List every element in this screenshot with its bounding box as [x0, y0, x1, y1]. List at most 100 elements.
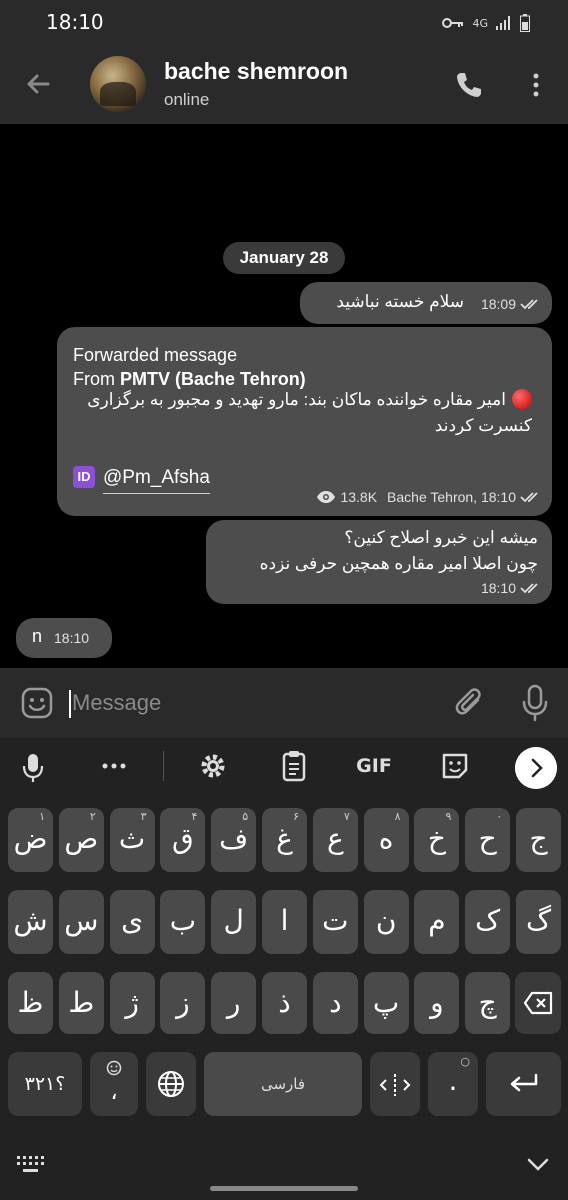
paperclip-icon[interactable]	[454, 686, 486, 720]
key-number-hint: ۰	[496, 810, 503, 823]
phone-icon[interactable]	[454, 70, 484, 100]
message-meta: 18:09	[481, 296, 542, 312]
key-label: ض	[13, 822, 48, 855]
key-label: ژ	[125, 986, 139, 1019]
message-text: n	[32, 626, 43, 646]
key[interactable]: ح۰	[465, 808, 511, 872]
key[interactable]: م	[414, 890, 460, 954]
key[interactable]: خ۹	[414, 808, 460, 872]
more-icon[interactable]	[100, 746, 128, 786]
key[interactable]: چ	[465, 972, 511, 1034]
chat-area[interactable]: January 28 سلام خسته نباشید 18:09 Forwar…	[0, 124, 568, 668]
message-text: امیر مقاره خواننده ماکان بند: مارو تهدید…	[82, 387, 532, 439]
key[interactable]: و	[414, 972, 460, 1034]
backspace-key[interactable]	[515, 972, 561, 1034]
period-key[interactable]: ○ .	[428, 1052, 478, 1116]
key[interactable]: ت	[312, 890, 358, 954]
more-vertical-icon[interactable]	[524, 70, 548, 100]
message-input[interactable]	[72, 684, 432, 722]
key-label: غ	[276, 822, 293, 855]
mic-icon[interactable]	[520, 684, 550, 722]
comma-label: ،	[110, 1080, 118, 1105]
keyboard-switch-icon[interactable]	[16, 1154, 48, 1176]
outgoing-message[interactable]: سلام خسته نباشید 18:09	[300, 282, 552, 324]
key[interactable]: ض۱	[8, 808, 53, 872]
forwarded-label: Forwarded message	[73, 345, 238, 365]
comma-emoji-key[interactable]: ،	[90, 1052, 138, 1116]
forwarded-source[interactable]: PMTV (Bache Tehron)	[120, 369, 306, 389]
hide-keyboard-icon[interactable]	[526, 1154, 550, 1176]
message-time: 18:09	[480, 296, 516, 312]
forwarded-message[interactable]: Forwarded message From PMTV (Bache Tehro…	[57, 327, 552, 516]
forwarded-text: امیر مقاره خواننده ماکان بند: مارو تهدید…	[87, 390, 532, 435]
chat-name[interactable]: bache shemroon	[164, 58, 348, 85]
outgoing-message[interactable]: میشه این خبرو اصلاح کنین؟ چون اصلا امیر …	[206, 520, 552, 604]
gif-icon[interactable]: GIF	[352, 746, 396, 786]
key-icon	[442, 18, 464, 28]
key-label: س	[64, 904, 99, 937]
red-circle-icon	[512, 389, 532, 409]
emoji-icon	[106, 1060, 122, 1076]
sticker-icon[interactable]	[440, 746, 470, 786]
key[interactable]: ق۴	[160, 808, 206, 872]
key[interactable]: ط	[58, 972, 104, 1034]
key-label: ذ	[278, 986, 291, 1019]
key[interactable]: ب	[160, 890, 206, 954]
incoming-message[interactable]: n 18:10	[16, 618, 112, 658]
key[interactable]: س	[58, 890, 104, 954]
key[interactable]: گ	[516, 890, 561, 954]
cursor-move-icon	[379, 1074, 411, 1096]
numbers-key-label: ؟۳۲۱	[24, 1073, 66, 1095]
status-icons: 4G	[442, 14, 530, 32]
key[interactable]: ا	[262, 890, 307, 954]
text-cursor	[69, 690, 71, 718]
message-meta: 18:10	[54, 630, 89, 646]
key[interactable]: ج	[516, 808, 561, 872]
key[interactable]: ث۳	[109, 808, 155, 872]
key-label: ص	[64, 822, 99, 855]
period-label: .	[448, 1064, 458, 1097]
id-icon: ID	[73, 466, 95, 488]
key[interactable]: ی	[109, 890, 155, 954]
key[interactable]: ظ	[8, 972, 53, 1034]
key[interactable]: ذ	[262, 972, 307, 1034]
cursor-key[interactable]	[370, 1052, 420, 1116]
key-number-hint: ۵	[242, 810, 249, 823]
numbers-key[interactable]: ؟۳۲۱	[8, 1052, 82, 1116]
key[interactable]: ص۲	[58, 808, 104, 872]
next-icon[interactable]	[515, 747, 557, 789]
key[interactable]: ن	[363, 890, 409, 954]
mic-icon[interactable]	[20, 746, 46, 786]
key[interactable]: ل	[211, 890, 257, 954]
channel-handle-link[interactable]: @Pm_Afsha	[103, 467, 210, 494]
date-separator: January 28	[223, 242, 345, 274]
key[interactable]: ز	[160, 972, 206, 1034]
key-number-hint: ۳	[140, 810, 147, 823]
key[interactable]: ع۷	[312, 808, 358, 872]
double-check-icon	[520, 492, 538, 503]
key[interactable]: د	[312, 972, 358, 1034]
key[interactable]: ک	[465, 890, 511, 954]
view-count: 13.8K	[340, 489, 378, 505]
settings-icon[interactable]	[198, 746, 228, 786]
key[interactable]: ف۵	[211, 808, 257, 872]
key[interactable]: ژ	[109, 972, 155, 1034]
key-label: ه	[378, 822, 394, 855]
emoji-sticker-icon[interactable]	[20, 686, 54, 720]
avatar[interactable]	[90, 56, 146, 112]
key[interactable]: ش	[8, 890, 53, 954]
key[interactable]: ر	[211, 972, 257, 1034]
key[interactable]: ه۸	[363, 808, 409, 872]
clipboard-icon[interactable]	[280, 746, 308, 786]
key-label: گ	[525, 904, 552, 937]
space-key[interactable]: فارسی	[204, 1052, 362, 1116]
language-key[interactable]	[146, 1052, 196, 1116]
backspace-icon	[523, 991, 553, 1015]
key-number-hint: ۶	[293, 810, 299, 823]
enter-key[interactable]	[486, 1052, 561, 1116]
key[interactable]: پ	[363, 972, 409, 1034]
double-check-icon	[520, 583, 538, 594]
back-arrow-icon[interactable]	[22, 68, 54, 100]
message-time: 18:10	[54, 630, 90, 646]
key[interactable]: غ۶	[262, 808, 307, 872]
